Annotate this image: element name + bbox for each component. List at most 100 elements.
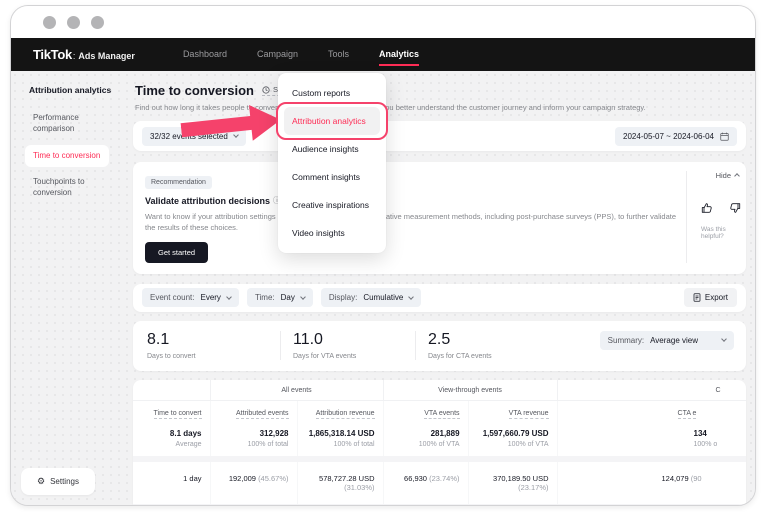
events-selected-dropdown[interactable]: 32/32 events selected bbox=[142, 127, 246, 146]
group-header-view-through: View-through events bbox=[383, 380, 557, 401]
summary-value: 8.1 days bbox=[133, 429, 202, 438]
thumbs-down-icon[interactable] bbox=[729, 201, 741, 219]
sidebar-item-touchpoints-to-conversion[interactable]: Touchpoints to conversion bbox=[25, 171, 109, 205]
summary-value: 134 bbox=[694, 429, 746, 438]
window-control-dot[interactable] bbox=[43, 16, 56, 29]
hide-label: Hide bbox=[716, 171, 731, 180]
cell-percent: (31.03%) bbox=[344, 483, 374, 492]
cell-percent: (90 bbox=[691, 474, 702, 483]
stat-days-vta: 11.0 Days for VTA events bbox=[280, 331, 415, 360]
menu-item-comment-insights[interactable]: Comment insights bbox=[284, 163, 380, 191]
main-nav: Dashboard Campaign Tools Analytics bbox=[183, 43, 419, 66]
col-vta-revenue[interactable]: VTA revenue bbox=[468, 400, 557, 425]
col-time-to-convert[interactable]: Time to convert bbox=[133, 400, 210, 425]
table-summary-row: 8.1 daysAverage 312,928100% of total 1,8… bbox=[133, 425, 746, 459]
helpful-label: Was this helpful? bbox=[701, 226, 741, 240]
sidebar: Attribution analytics Performance compar… bbox=[25, 85, 125, 209]
date-range-value: 2024-05-07 ~ 2024-06-04 bbox=[623, 132, 714, 141]
sidebar-item-time-to-conversion[interactable]: Time to conversion bbox=[25, 145, 109, 168]
tiktok-logo[interactable]: TikTok : Ads Manager bbox=[33, 47, 135, 62]
page-description: Find out how long it takes people to con… bbox=[135, 103, 744, 112]
recommendation-feedback: Hide Was this helpful? bbox=[686, 171, 741, 263]
time-dropdown[interactable]: Time: Day bbox=[247, 288, 313, 307]
group-header-click-through: C bbox=[557, 380, 746, 401]
nav-dashboard[interactable]: Dashboard bbox=[183, 43, 227, 66]
browser-window: TikTok : Ads Manager Dashboard Campaign … bbox=[10, 5, 756, 506]
settings-button[interactable]: ⚙ Settings bbox=[21, 468, 95, 495]
calendar-icon bbox=[720, 132, 729, 141]
stats-summary-card: 8.1 Days to convert 11.0 Days for VTA ev… bbox=[133, 321, 746, 371]
window-control-dot[interactable] bbox=[91, 16, 104, 29]
recommendation-text-right: ative measurement methods, including pos… bbox=[386, 211, 676, 222]
window-control-dot[interactable] bbox=[67, 16, 80, 29]
settings-label: Settings bbox=[50, 477, 79, 486]
stat-value: 8.1 bbox=[147, 331, 280, 349]
cell-value: 124,079 bbox=[662, 474, 689, 483]
analytics-dropdown-menu: Custom reports Attribution analytics Aud… bbox=[278, 73, 386, 253]
table-column-header-row: Time to convert Attributed events Attrib… bbox=[133, 400, 746, 425]
page-head: Time to conversion Sampled rep Find out … bbox=[133, 83, 746, 112]
stat-label: Days for CTA events bbox=[428, 353, 550, 360]
table-row: 1 day 192,009 (45.67%) 578,727.28 USD (3… bbox=[133, 459, 746, 507]
col-attribution-revenue[interactable]: Attribution revenue bbox=[297, 400, 383, 425]
summary-sub: 100% o bbox=[694, 441, 746, 448]
recommendation-body: Recommendation Validate attribution deci… bbox=[145, 171, 676, 263]
sidebar-item-performance-comparison[interactable]: Performance comparison bbox=[25, 107, 109, 141]
cell-percent: (45.67%) bbox=[258, 474, 288, 483]
col-vta-events[interactable]: VTA events bbox=[383, 400, 468, 425]
conversion-table-card: All events View-through events C Time to… bbox=[133, 380, 746, 507]
event-count-dropdown[interactable]: Event count: Every bbox=[142, 288, 239, 307]
export-icon bbox=[693, 293, 701, 302]
display-value: Cumulative bbox=[363, 293, 403, 302]
event-count-value: Every bbox=[200, 293, 220, 302]
date-range-picker[interactable]: 2024-05-07 ~ 2024-06-04 bbox=[615, 127, 737, 146]
recommendation-text-left: Want to know if your attribution setting… bbox=[145, 211, 282, 222]
cell-value: 578,727.28 USD bbox=[319, 474, 374, 483]
summary-value: 281,889 bbox=[384, 429, 460, 438]
table-controls-bar: Event count: Every Time: Day Display: Cu… bbox=[133, 284, 746, 312]
export-button[interactable]: Export bbox=[684, 288, 737, 307]
chevron-down-icon bbox=[300, 294, 306, 300]
recommendation-text: Want to know if your attribution setting… bbox=[145, 211, 676, 234]
row-label: 1 day bbox=[133, 459, 210, 507]
event-count-label: Event count: bbox=[150, 293, 194, 302]
main-panel: Time to conversion Sampled rep Find out … bbox=[133, 83, 746, 506]
chevron-down-icon bbox=[721, 336, 727, 342]
page-title: Time to conversion bbox=[135, 83, 254, 98]
chevron-down-icon bbox=[233, 132, 239, 138]
thumbs-up-icon[interactable] bbox=[701, 201, 713, 219]
cell-value: 370,189.50 USD bbox=[493, 474, 548, 483]
menu-item-attribution-analytics[interactable]: Attribution analytics bbox=[284, 107, 380, 135]
menu-item-creative-inspirations[interactable]: Creative inspirations bbox=[284, 191, 380, 219]
menu-item-custom-reports[interactable]: Custom reports bbox=[284, 79, 380, 107]
col-attributed-events[interactable]: Attributed events bbox=[210, 400, 297, 425]
cell-percent: (23.17%) bbox=[518, 483, 548, 492]
chevron-down-icon bbox=[409, 294, 415, 300]
cell-percent: (23.74%) bbox=[429, 474, 459, 483]
summary-view-dropdown[interactable]: Summary: Average view bbox=[600, 331, 734, 350]
hide-recommendation-link[interactable]: Hide bbox=[716, 171, 739, 180]
events-selected-value: 32/32 events selected bbox=[150, 132, 228, 141]
stat-label: Days for VTA events bbox=[293, 353, 415, 360]
col-cta-events[interactable]: CTA e bbox=[557, 400, 746, 425]
recommendation-title-row: Validate attribution decisions ⓘ bbox=[145, 195, 676, 206]
nav-tools[interactable]: Tools bbox=[328, 43, 349, 66]
display-dropdown[interactable]: Display: Cumulative bbox=[321, 288, 421, 307]
summary-label: Summary: bbox=[608, 336, 644, 345]
recommendation-text-line2: the results of these choices. bbox=[145, 222, 676, 233]
nav-analytics[interactable]: Analytics bbox=[379, 43, 419, 66]
chevron-down-icon bbox=[226, 294, 232, 300]
nav-campaign[interactable]: Campaign bbox=[257, 43, 298, 66]
recommendation-badge: Recommendation bbox=[145, 176, 212, 189]
display-label: Display: bbox=[329, 293, 357, 302]
stat-days-cta: 2.5 Days for CTA events bbox=[415, 331, 550, 360]
export-label: Export bbox=[705, 293, 728, 302]
gear-icon: ⚙ bbox=[37, 476, 45, 487]
table-group-header-row: All events View-through events C bbox=[133, 380, 746, 401]
time-label: Time: bbox=[255, 293, 275, 302]
summary-value: 1,597,660.79 USD bbox=[469, 429, 549, 438]
menu-item-video-insights[interactable]: Video insights bbox=[284, 219, 380, 247]
menu-item-audience-insights[interactable]: Audience insights bbox=[284, 135, 380, 163]
get-started-button[interactable]: Get started bbox=[145, 242, 208, 263]
stat-value: 2.5 bbox=[428, 331, 550, 349]
